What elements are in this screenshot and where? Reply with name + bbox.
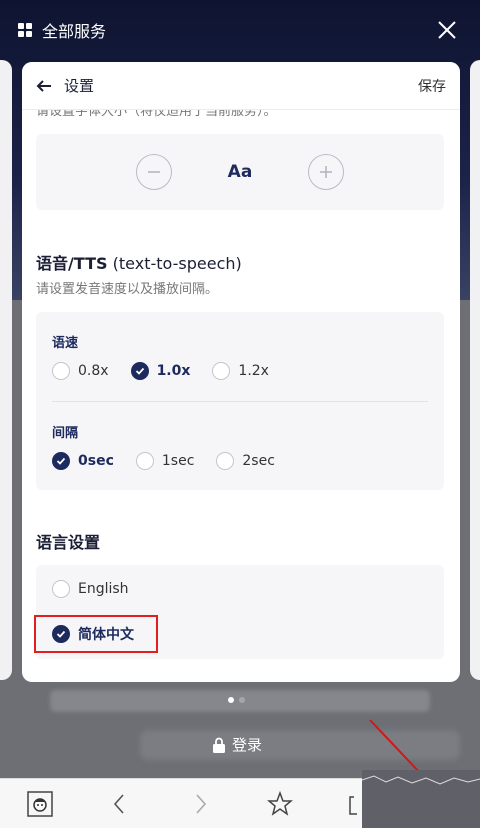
check-icon	[52, 452, 70, 470]
option-label: 1sec	[161, 453, 195, 469]
speed-option-1.0x[interactable]: 1.0x	[130, 362, 191, 380]
chevron-left-icon[interactable]	[107, 791, 133, 817]
language-option-english[interactable]: English	[52, 580, 151, 598]
option-label: 0sec	[78, 453, 114, 469]
grid-icon	[18, 23, 32, 37]
chevron-right-icon[interactable]	[187, 791, 213, 817]
login-label: 登录	[232, 736, 263, 754]
option-label: 2sec	[242, 453, 275, 469]
tts-options-box: 语速 0.8x 1.0x 1.2x 间隔 0sec 1sec 2sec	[36, 312, 444, 490]
tts-description: 请设置发音速度以及播放间隔。	[36, 282, 219, 297]
radio-icon	[135, 452, 154, 470]
speed-option-0.8x[interactable]: 0.8x	[52, 362, 109, 380]
option-label: 1.0x	[156, 363, 191, 379]
adjacent-card-left[interactable]	[0, 60, 12, 680]
settings-header: 设置 保存	[22, 62, 460, 110]
font-size-label: Aa	[227, 162, 253, 182]
font-size-control: Aa	[36, 134, 444, 210]
radio-icon	[52, 362, 70, 380]
settings-card: 设置 保存 请设置字体大小（将仅适用于当前服务）。 Aa 语音/TTS (tex…	[22, 62, 460, 682]
save-button[interactable]: 保存	[418, 76, 446, 96]
back-arrow-icon[interactable]	[36, 78, 52, 94]
interval-option-0sec[interactable]: 0sec	[52, 452, 114, 470]
login-button[interactable]: 登录	[212, 734, 262, 755]
decrease-font-button[interactable]	[135, 154, 172, 190]
tts-title-sub: (text-to-speech)	[107, 254, 242, 273]
language-section-title: 语言设置	[36, 533, 101, 552]
speed-label: 语速	[52, 336, 79, 351]
option-label: 0.8x	[78, 363, 109, 379]
radio-icon	[52, 580, 70, 598]
noise-edge	[361, 775, 480, 785]
adjacent-card-right[interactable]	[470, 60, 480, 680]
interval-label: 间隔	[52, 426, 79, 441]
overlay-patch	[361, 770, 480, 828]
divider	[52, 401, 428, 402]
plus-icon	[320, 166, 333, 178]
settings-title: 设置	[64, 77, 95, 95]
tts-section-title: 语音/TTS (text-to-speech)	[36, 250, 242, 274]
speed-options: 0.8x 1.0x 1.2x	[52, 362, 291, 380]
check-icon	[130, 362, 149, 380]
option-label: 1.2x	[238, 363, 269, 379]
annotation-highlight-box	[34, 615, 158, 653]
interval-option-1sec[interactable]: 1sec	[135, 452, 195, 470]
close-icon[interactable]	[436, 19, 458, 41]
star-icon[interactable]	[267, 791, 293, 817]
speed-option-1.2x[interactable]: 1.2x	[212, 362, 269, 380]
lock-icon	[213, 737, 225, 753]
increase-font-button[interactable]	[308, 154, 345, 190]
language-option-wrap: English	[52, 580, 129, 598]
tts-title: 语音/TTS	[36, 254, 108, 273]
radio-icon	[216, 452, 235, 470]
top-bar: 全部服务	[0, 0, 480, 60]
page-indicator	[228, 697, 250, 703]
radio-icon	[212, 362, 231, 380]
page-dot-active	[228, 697, 234, 703]
avatar-icon[interactable]	[27, 791, 53, 817]
minus-icon	[147, 171, 160, 173]
interval-options: 0sec 1sec 2sec	[52, 452, 297, 470]
all-services-title[interactable]: 全部服务	[42, 18, 106, 42]
page-dot	[239, 697, 245, 703]
option-label: English	[78, 581, 129, 597]
interval-option-2sec[interactable]: 2sec	[216, 452, 275, 470]
